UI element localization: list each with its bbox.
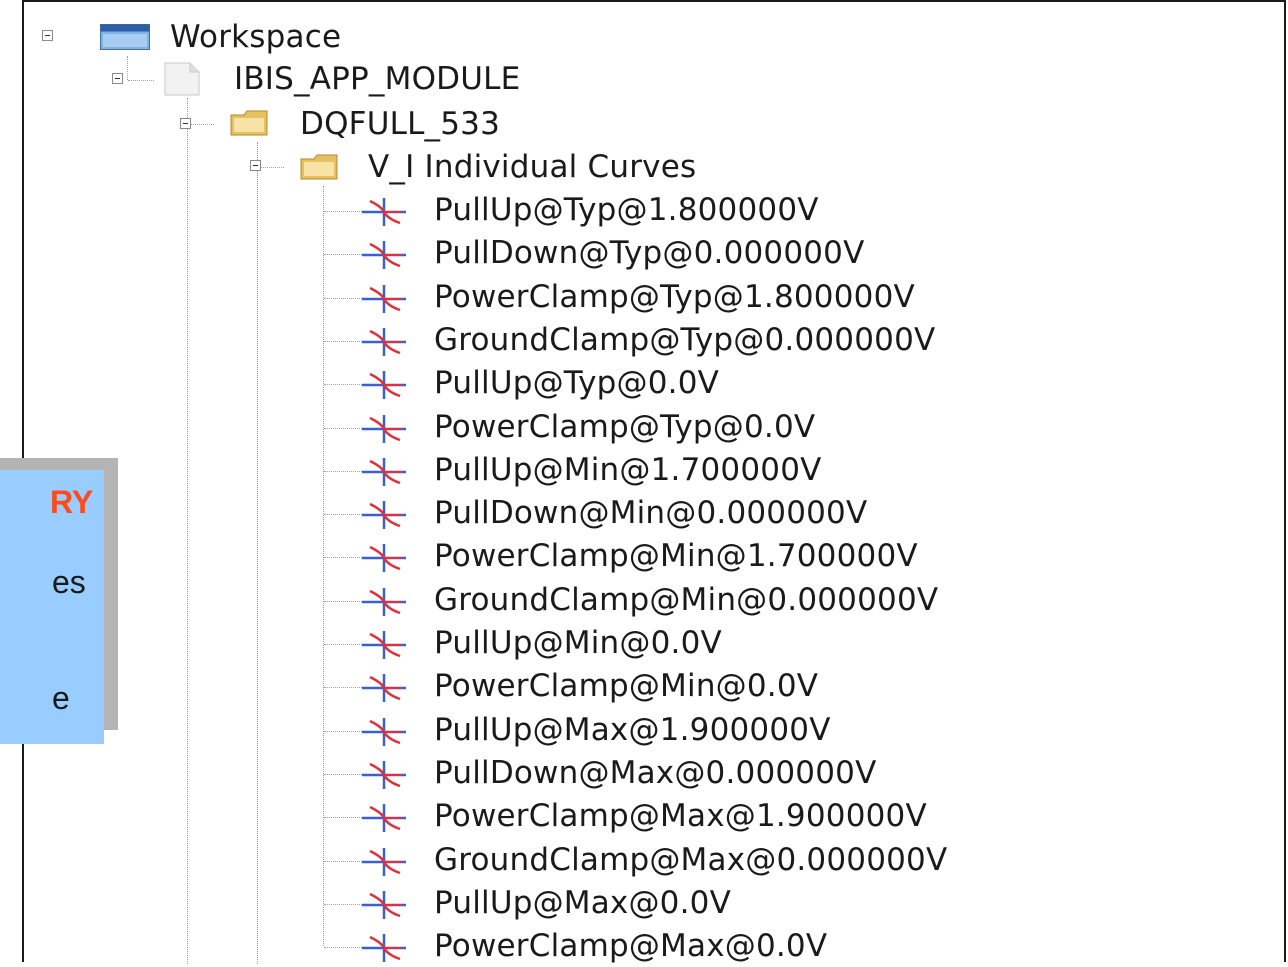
document-icon xyxy=(164,62,200,100)
vi-curve-icon xyxy=(362,197,406,231)
curve-item[interactable]: PullUp@Max@1.900000V xyxy=(434,711,831,749)
tree-guide xyxy=(127,56,128,80)
tree-guide xyxy=(324,341,364,342)
tree-guide xyxy=(128,80,154,81)
vi-curve-icon xyxy=(362,500,406,534)
tree-node-group[interactable]: V_I Individual Curves xyxy=(368,148,696,186)
tree-guide xyxy=(324,644,364,645)
curve-item[interactable]: PowerClamp@Max@1.900000V xyxy=(434,797,927,835)
tree-node-module[interactable]: IBIS_APP_MODULE xyxy=(234,60,520,98)
curve-item[interactable]: GroundClamp@Typ@0.000000V xyxy=(434,321,935,359)
curve-item[interactable]: PowerClamp@Max@0.0V xyxy=(434,927,827,965)
curve-item[interactable]: PullUp@Min@0.0V xyxy=(434,624,722,662)
vi-curve-icon xyxy=(362,327,406,361)
collapse-toggle[interactable] xyxy=(250,160,261,171)
tree-guide xyxy=(324,514,364,515)
curve-item[interactable]: PowerClamp@Min@1.700000V xyxy=(434,537,918,575)
folder-icon xyxy=(230,110,268,140)
collapse-toggle[interactable] xyxy=(112,73,123,84)
curve-item[interactable]: PullUp@Typ@1.800000V xyxy=(434,191,819,229)
vi-curve-icon xyxy=(362,673,406,707)
vi-curve-icon xyxy=(362,587,406,621)
tree-guide xyxy=(187,98,188,964)
curve-item[interactable]: GroundClamp@Max@0.000000V xyxy=(434,841,947,879)
collapse-toggle[interactable] xyxy=(180,118,191,129)
tree-guide xyxy=(188,124,214,125)
vi-curve-icon xyxy=(362,760,406,794)
vi-curve-icon xyxy=(362,370,406,404)
tree-guide xyxy=(324,861,364,862)
callout-text-line: es xyxy=(52,564,86,600)
vi-curve-icon xyxy=(362,457,406,491)
curve-item[interactable]: PowerClamp@Typ@1.800000V xyxy=(434,278,915,316)
curve-item[interactable]: GroundClamp@Min@0.000000V xyxy=(434,581,938,619)
vi-curve-icon xyxy=(362,543,406,577)
tree-guide xyxy=(324,254,364,255)
curve-item[interactable]: PullUp@Max@0.0V xyxy=(434,884,731,922)
vi-curve-icon xyxy=(362,890,406,924)
folder-icon xyxy=(300,154,338,184)
curve-item[interactable]: PullUp@Typ@0.0V xyxy=(434,364,719,402)
tree-panel: Workspace IBIS_APP_MODULE DQFULL_533 V_I… xyxy=(22,0,1286,965)
vi-curve-icon xyxy=(362,803,406,837)
vi-curve-icon xyxy=(362,240,406,274)
vi-curve-icon xyxy=(362,630,406,664)
callout-text-line: e xyxy=(52,680,70,716)
vi-curve-icon xyxy=(362,717,406,751)
curve-item[interactable]: PowerClamp@Min@0.0V xyxy=(434,667,818,705)
tree-guide xyxy=(324,211,364,212)
curve-item[interactable]: PullDown@Max@0.000000V xyxy=(434,754,876,792)
tree-guide xyxy=(324,904,364,905)
tree-guide xyxy=(324,471,364,472)
tree-guide xyxy=(324,601,364,602)
tree-guide xyxy=(324,384,364,385)
vi-curve-icon xyxy=(362,284,406,318)
tree-guide xyxy=(324,687,364,688)
callout-title: RY xyxy=(50,484,94,520)
tree-guide xyxy=(323,186,324,946)
tree-guide xyxy=(257,142,258,964)
tree-guide xyxy=(324,731,364,732)
tree-guide xyxy=(258,167,284,168)
tree-node-component[interactable]: DQFULL_533 xyxy=(300,105,500,143)
tree-guide xyxy=(324,947,364,948)
tree-node-workspace[interactable]: Workspace xyxy=(170,18,341,56)
tree-guide xyxy=(324,298,364,299)
window-icon xyxy=(100,24,150,54)
vi-curve-icon xyxy=(362,414,406,448)
tree-guide xyxy=(324,428,364,429)
curve-item[interactable]: PullUp@Min@1.700000V xyxy=(434,451,822,489)
curve-item[interactable]: PullDown@Typ@0.000000V xyxy=(434,234,865,272)
tree-guide xyxy=(324,817,364,818)
callout-box: RY es e xyxy=(0,470,104,744)
tree-guide xyxy=(324,557,364,558)
vi-curve-icon xyxy=(362,933,406,967)
tree-guide xyxy=(324,774,364,775)
curve-item[interactable]: PullDown@Min@0.000000V xyxy=(434,494,867,532)
curve-item[interactable]: PowerClamp@Typ@0.0V xyxy=(434,408,815,446)
vi-curve-icon xyxy=(362,847,406,881)
collapse-toggle[interactable] xyxy=(42,30,53,41)
